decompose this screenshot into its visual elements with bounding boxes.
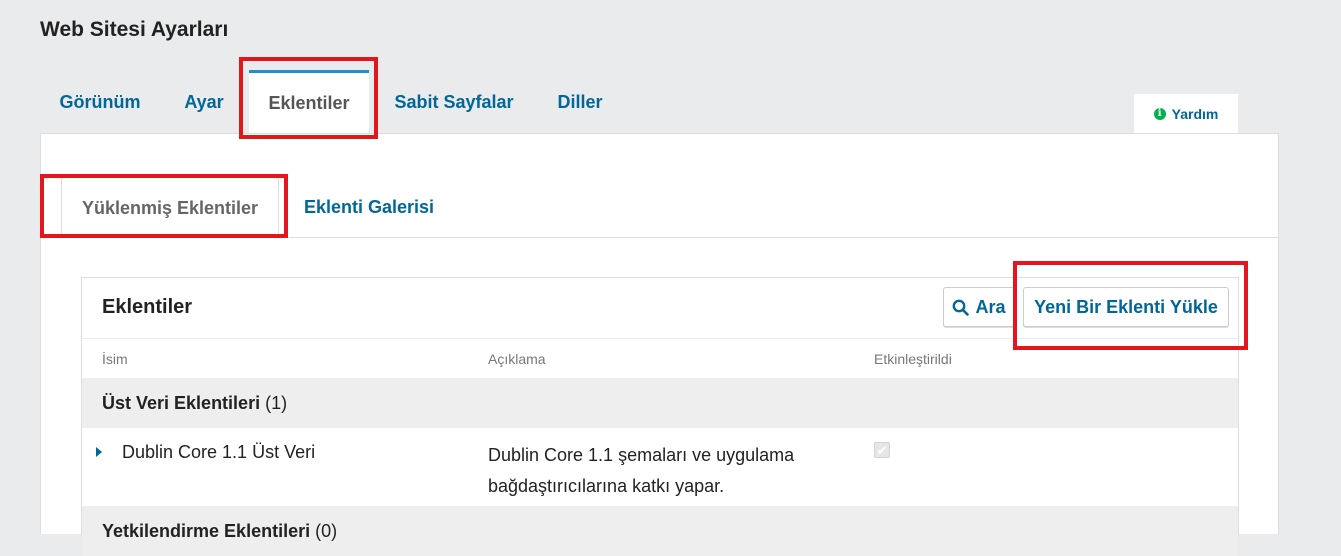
settings-panel: Yüklenmiş Eklentiler Eklenti Galerisi Ek…	[40, 133, 1279, 556]
search-label: Ara	[975, 296, 1006, 317]
tab-installed-plugins[interactable]: Yüklenmiş Eklentiler	[61, 178, 279, 238]
tab-ayar[interactable]: Ayar	[170, 70, 238, 134]
help-button[interactable]: i Yardım	[1134, 94, 1238, 134]
search-icon	[953, 299, 970, 316]
upload-plugin-button[interactable]: Yeni Bir Eklenti Yükle	[1023, 287, 1229, 327]
grid-title: Eklentiler	[102, 296, 193, 318]
tab-diller[interactable]: Diller	[540, 70, 620, 134]
tab-gorunum[interactable]: Görünüm	[40, 70, 160, 134]
tab-plugin-gallery[interactable]: Eklenti Galerisi	[289, 178, 449, 237]
column-header-name: İsim	[102, 351, 128, 367]
category-row: Üst Veri Eklentileri (1)	[82, 378, 1238, 428]
tab-eklentiler[interactable]: Eklentiler	[249, 70, 369, 134]
help-label: Yardım	[1171, 106, 1219, 122]
search-button[interactable]: Ara	[943, 287, 1015, 327]
info-icon: i	[1153, 108, 1166, 120]
column-header-description: Açıklama	[488, 351, 546, 367]
page-title: Web Sitesi Ayarları	[40, 18, 229, 41]
expand-caret-icon[interactable]	[96, 447, 102, 457]
plugins-grid: Eklentiler Ara Yeni Bir Eklenti Yükle İs…	[81, 277, 1239, 556]
tab-sabit-sayfalar[interactable]: Sabit Sayfalar	[385, 70, 523, 134]
table-row: Dublin Core 1.1 Üst Veri Dublin Core 1.1…	[82, 428, 1238, 506]
plugin-description: Dublin Core 1.1 şemaları ve uygulama bağ…	[488, 445, 795, 496]
category-row: Yetkilendirme Eklentileri (0)	[82, 506, 1238, 556]
category-name: Yetkilendirme Eklentileri	[102, 520, 311, 541]
plugin-name[interactable]: Dublin Core 1.1 Üst Veri	[122, 442, 315, 463]
sub-tabs: Yüklenmiş Eklentiler Eklenti Galerisi	[41, 178, 1278, 238]
column-header-enabled: Etkinleştirildi	[874, 351, 952, 367]
enabled-checkbox[interactable]: ✔	[874, 442, 890, 458]
category-name: Üst Veri Eklentileri	[102, 392, 261, 413]
category-count: (0)	[315, 520, 338, 541]
header-divider	[82, 338, 1238, 339]
checkmark-icon: ✔	[876, 443, 888, 458]
category-count: (1)	[265, 392, 288, 413]
